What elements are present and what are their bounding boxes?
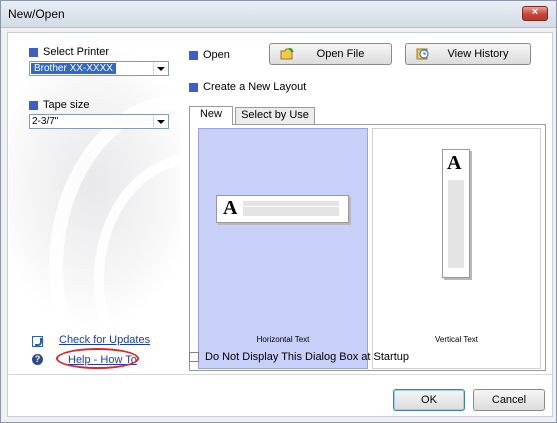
highlight-ring — [56, 348, 139, 369]
tab-new[interactable]: New — [189, 106, 233, 125]
startup-checkbox-label: Do Not Display This Dialog Box at Startu… — [205, 351, 409, 363]
window-title: New/Open — [8, 7, 65, 21]
footer-divider — [8, 374, 552, 375]
title-bar: New/Open × — [1, 1, 556, 28]
vertical-text-preview: A — [442, 149, 470, 278]
close-button[interactable]: × — [522, 6, 548, 21]
cancel-button[interactable]: Cancel — [473, 389, 545, 411]
letter-a-icon: A — [447, 152, 462, 174]
close-icon: × — [531, 6, 539, 18]
horizontal-text-preview: A — [216, 195, 349, 223]
ok-button[interactable]: OK — [393, 389, 465, 411]
view-history-button[interactable]: View History — [405, 43, 531, 65]
layout-tab-panel: A Horizontal Text A Vertical Text — [189, 124, 546, 371]
update-icon[interactable] — [32, 336, 43, 347]
layout-card-vertical[interactable]: A Vertical Text — [372, 128, 541, 369]
create-new-layout-label: Create a New Layout — [189, 81, 306, 93]
startup-checkbox[interactable] — [189, 352, 199, 362]
tape-size-value: 2-3/7" — [32, 116, 59, 127]
open-label: Open — [189, 49, 230, 61]
printer-select[interactable]: Brother XX-XXXX — [29, 61, 169, 76]
layout-label: Horizontal Text — [256, 335, 310, 344]
bullet-square-icon — [189, 82, 198, 92]
chevron-down-icon[interactable] — [153, 62, 168, 75]
tab-select-by-use[interactable]: Select by Use — [235, 107, 315, 124]
bullet-square-icon — [29, 100, 38, 110]
help-icon[interactable]: ? — [32, 354, 43, 365]
chevron-down-icon[interactable] — [153, 115, 168, 128]
check-for-updates-link[interactable]: Check for Updates — [59, 334, 150, 346]
tape-size-select[interactable]: 2-3/7" — [29, 114, 169, 129]
printer-value: Brother XX-XXXX — [31, 63, 116, 74]
open-file-button[interactable]: Open File — [269, 43, 392, 65]
tape-size-label: Tape size — [29, 99, 89, 111]
letter-a-icon: A — [223, 197, 238, 219]
select-printer-label: Select Printer — [29, 46, 109, 58]
bullet-square-icon — [29, 47, 38, 57]
dialog-body: Select Printer Brother XX-XXXX Tape size… — [7, 32, 553, 417]
layout-card-horizontal[interactable]: A Horizontal Text — [198, 128, 368, 369]
new-open-dialog: New/Open × Select Printer Brother XX-XXX… — [0, 0, 557, 423]
left-pane: Select Printer Brother XX-XXXX Tape size… — [9, 34, 180, 374]
layout-label: Vertical Text — [435, 335, 478, 344]
bullet-square-icon — [189, 50, 198, 60]
